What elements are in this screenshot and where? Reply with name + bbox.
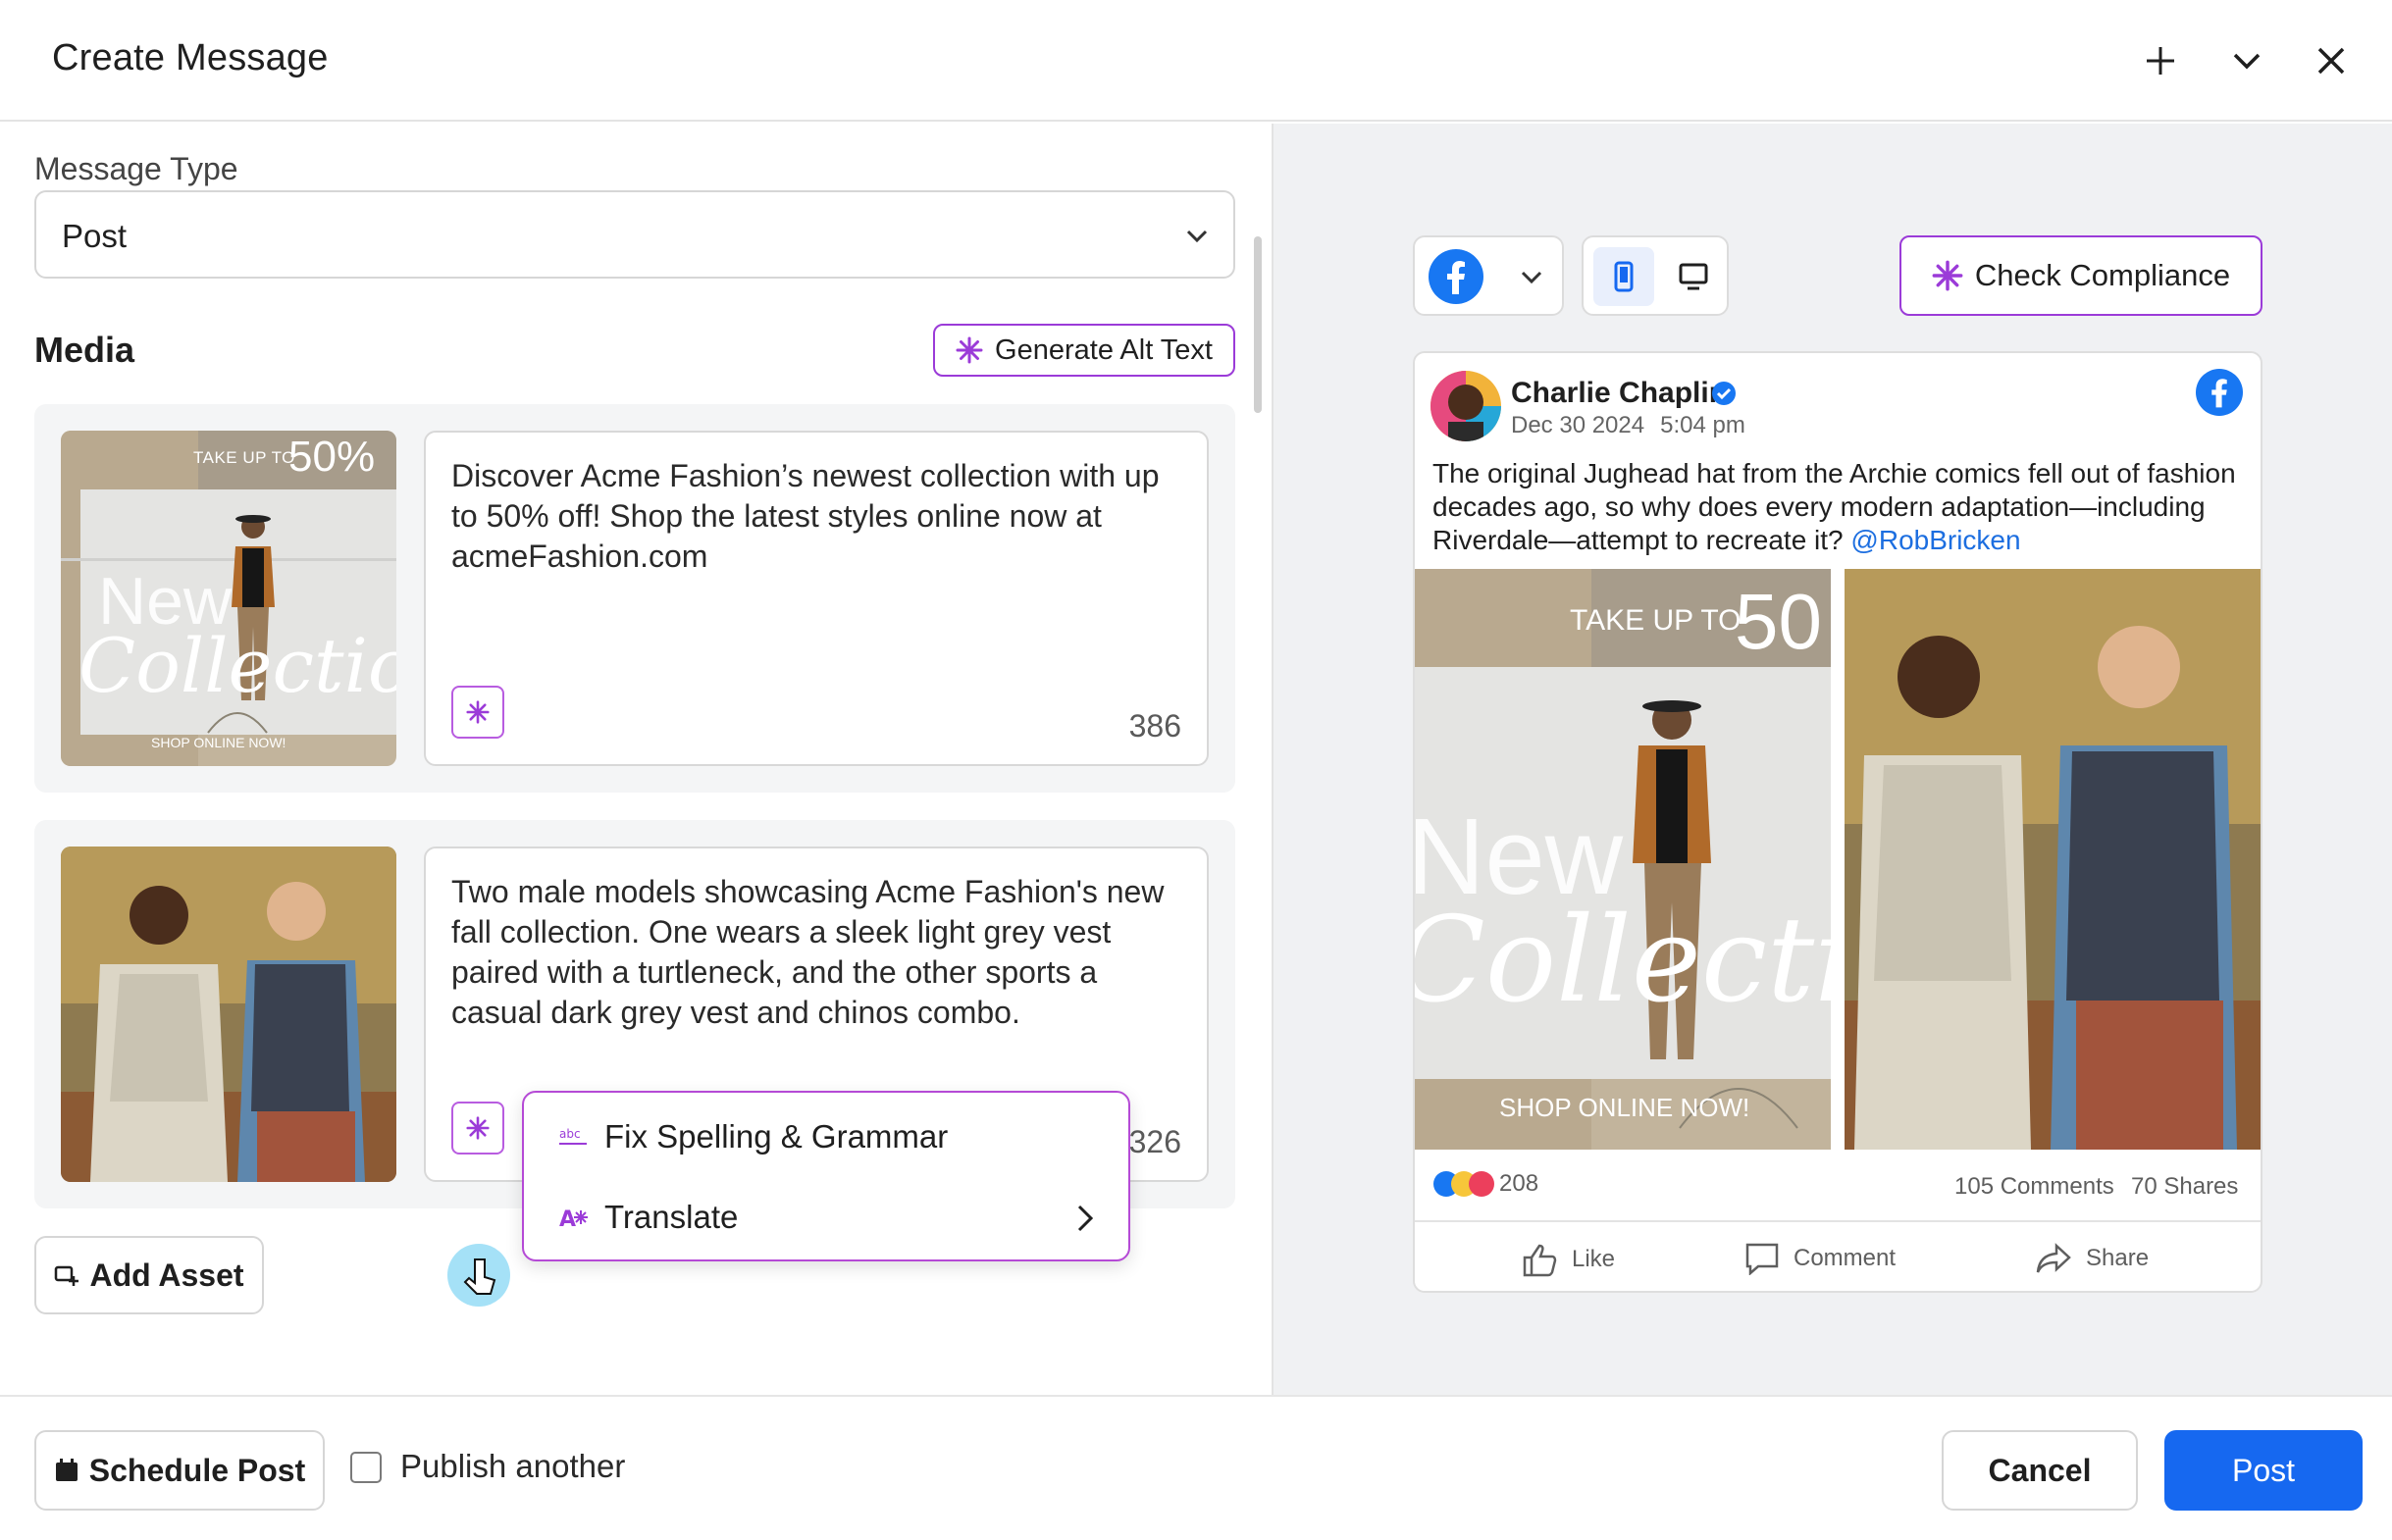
- image-caption: 50: [1735, 578, 1822, 665]
- cancel-label: Cancel: [1988, 1452, 2092, 1488]
- translate-icon: A: [559, 1207, 588, 1232]
- menu-item-label: Translate: [604, 1199, 739, 1235]
- svg-text:abc: abc: [559, 1127, 581, 1141]
- facebook-post-preview: Charlie Chaplin Dec 30 2024 5:04 pm The …: [1413, 351, 2262, 1293]
- mobile-view-button[interactable]: [1593, 247, 1654, 306]
- desktop-icon[interactable]: [1678, 261, 1709, 292]
- add-asset-button[interactable]: Add Asset: [34, 1236, 264, 1314]
- check-compliance-label: Check Compliance: [1974, 258, 2231, 292]
- ai-sparkle-icon: [466, 700, 490, 724]
- post-button[interactable]: Post: [2164, 1430, 2363, 1511]
- check-compliance-button[interactable]: Check Compliance: [1899, 235, 2262, 316]
- verified-badge-icon: [1712, 382, 1736, 405]
- network-selector[interactable]: [1413, 235, 1564, 316]
- reaction-icons: [1433, 1171, 1494, 1197]
- ai-assist-menu: abc Fix Spelling & Grammar A Translate: [522, 1091, 1130, 1261]
- male-models-image: [1845, 569, 2261, 1150]
- ai-assist-button[interactable]: [451, 686, 504, 739]
- post-image-2[interactable]: [1845, 569, 2261, 1150]
- post-body: The original Jughead hat from the Archie…: [1432, 458, 2236, 555]
- chevron-down-icon: [1186, 230, 1208, 243]
- mention-link[interactable]: @RobBricken: [1850, 525, 2020, 555]
- menu-item-fix-spelling[interactable]: abc Fix Spelling & Grammar: [524, 1099, 1132, 1177]
- message-type-label: Message Type: [34, 151, 238, 186]
- add-asset-label: Add Asset: [89, 1257, 244, 1293]
- chevron-down-icon: [1521, 271, 1542, 284]
- post-timestamp: Dec 30 2024 5:04 pm: [1511, 412, 1745, 439]
- generate-alt-text-button[interactable]: Generate Alt Text: [933, 324, 1235, 377]
- dialog-title: Create Message: [52, 37, 329, 78]
- schedule-post-label: Schedule Post: [88, 1452, 306, 1488]
- alt-text-field[interactable]: Discover Acme Fashion’s newest collectio…: [424, 431, 1209, 766]
- menu-item-label: Fix Spelling & Grammar: [604, 1118, 949, 1155]
- shares-count[interactable]: 70 Shares: [2131, 1173, 2238, 1201]
- media-asset-card: TAKE UP TO 50% New Collection SHOP ONLIN…: [34, 404, 1235, 793]
- minimize-icon[interactable]: [2139, 39, 2182, 82]
- post-date: Dec 30 2024: [1511, 412, 1645, 438]
- facebook-icon: [1429, 249, 1483, 304]
- mobile-icon: [1614, 261, 1634, 292]
- scrollbar[interactable]: [1254, 236, 1262, 413]
- calendar-icon: [55, 1459, 78, 1481]
- asset-thumbnail[interactable]: [61, 847, 396, 1182]
- image-caption: Collection: [78, 622, 396, 709]
- cancel-button[interactable]: Cancel: [1942, 1430, 2138, 1511]
- post-label: Post: [2231, 1452, 2296, 1488]
- ai-sparkle-icon: [956, 336, 983, 364]
- reactions-summary[interactable]: 208: [1432, 1169, 1538, 1199]
- character-count: 326: [1128, 1124, 1181, 1159]
- ai-sparkle-icon: [1932, 260, 1963, 291]
- alt-text-value: Two male models showcasing Acme Fashion'…: [451, 874, 1165, 1030]
- close-icon[interactable]: [2310, 39, 2353, 82]
- message-type-value: Post: [62, 218, 128, 254]
- chevron-right-icon: [1077, 1205, 1094, 1232]
- share-label: Share: [2086, 1245, 2150, 1271]
- dialog-header: Create Message: [0, 0, 2392, 122]
- share-button[interactable]: Share: [2035, 1242, 2149, 1275]
- reaction-count: 208: [1499, 1170, 1539, 1197]
- pointer-cursor-icon: [447, 1244, 510, 1307]
- image-caption: TAKE UP TO: [1570, 604, 1742, 637]
- post-image-1[interactable]: TAKE UP TO 50 New Collectio SHOP ONLINE …: [1415, 569, 1831, 1150]
- device-toggle: [1582, 235, 1729, 316]
- image-caption: TAKE UP TO: [193, 448, 295, 467]
- post-text: The original Jughead hat from the Archie…: [1432, 457, 2247, 557]
- like-button[interactable]: Like: [1521, 1242, 1615, 1277]
- thumbs-up-icon: [1523, 1244, 1557, 1277]
- male-models-image: [61, 847, 396, 1182]
- svg-text:A: A: [559, 1207, 576, 1232]
- image-caption: 50%: [288, 433, 376, 481]
- comments-count[interactable]: 105 Comments: [1954, 1173, 2114, 1201]
- preview-panel: Check Compliance Charlie Chaplin Dec 30 …: [1272, 124, 2392, 1395]
- character-count: 386: [1128, 708, 1181, 744]
- media-heading: Media: [34, 330, 135, 370]
- generate-alt-text-label: Generate Alt Text: [995, 334, 1213, 366]
- publish-another-label: Publish another: [400, 1448, 626, 1484]
- share-icon: [2036, 1243, 2071, 1273]
- avatar: [1430, 371, 1501, 441]
- message-type-select[interactable]: Post: [34, 190, 1235, 279]
- comment-label: Comment: [1794, 1245, 1897, 1271]
- facebook-icon: [2196, 369, 2243, 416]
- menu-item-translate[interactable]: A Translate: [524, 1179, 1132, 1258]
- alt-text-value: Discover Acme Fashion’s newest collectio…: [451, 458, 1160, 574]
- dialog-footer: Schedule Post Publish another Cancel Pos…: [0, 1395, 2392, 1540]
- comment-icon: [1745, 1243, 1779, 1275]
- like-label: Like: [1572, 1246, 1616, 1272]
- schedule-post-button[interactable]: Schedule Post: [34, 1430, 325, 1511]
- asset-thumbnail[interactable]: TAKE UP TO 50% New Collection SHOP ONLIN…: [61, 431, 396, 766]
- publish-another-checkbox[interactable]: [350, 1452, 382, 1483]
- spellcheck-icon: abc: [559, 1127, 587, 1145]
- ai-sparkle-icon: [466, 1116, 490, 1140]
- divider: [1415, 1220, 2261, 1222]
- image-caption: SHOP ONLINE NOW!: [1499, 1093, 1750, 1122]
- chevron-down-icon[interactable]: [2225, 39, 2268, 82]
- ai-assist-button[interactable]: [451, 1102, 504, 1155]
- post-time: 5:04 pm: [1660, 412, 1745, 438]
- author-name[interactable]: Charlie Chaplin: [1511, 377, 1727, 410]
- image-caption: Collectio: [1415, 893, 1831, 1029]
- comment-button[interactable]: Comment: [1744, 1242, 1896, 1275]
- image-caption: SHOP ONLINE NOW!: [151, 735, 286, 750]
- add-media-icon: [55, 1265, 79, 1286]
